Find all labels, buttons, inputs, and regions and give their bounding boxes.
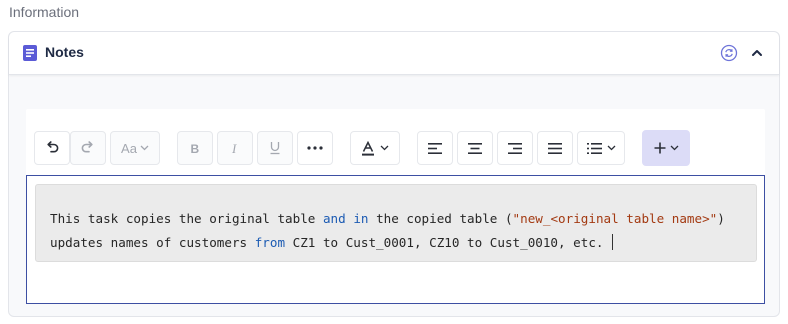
redo-button[interactable] [70,131,106,165]
bold-icon: B [191,142,200,155]
align-left-button[interactable] [417,131,453,165]
chevron-down-icon [670,145,678,151]
font-size-dropdown[interactable]: Aa [110,131,160,165]
text-color-dropdown[interactable] [350,131,400,165]
notes-panel: Notes Aa B I This task copies the origin… [8,31,780,317]
insert-dropdown[interactable] [642,130,690,166]
editor-toolbar: Aa B I [26,109,765,175]
code-block[interactable]: This task copies the original table and … [35,184,757,262]
undo-button[interactable] [34,131,70,165]
justify-icon [548,142,562,154]
notes-text-area[interactable]: This task copies the original table and … [26,175,765,304]
code-text: ) [717,211,725,226]
align-center-button[interactable] [457,131,493,165]
italic-icon: I [231,142,237,155]
align-left-icon [428,142,442,154]
more-icon [307,146,323,150]
code-keyword: in [353,211,369,226]
notes-title: Notes [45,44,84,60]
rich-text-editor: Aa B I This task copies the original tab… [26,109,765,304]
code-keyword: from [254,235,286,250]
code-text: updates names of customers [50,235,255,250]
bulleted-list-icon [586,142,602,154]
code-text: This task copies the original table [50,211,323,226]
undo-icon [47,141,59,153]
chevron-up-icon[interactable] [750,46,764,60]
notes-header[interactable]: Notes [9,32,779,75]
text-cursor [611,234,613,250]
svg-text:B: B [191,142,200,155]
svg-text:I: I [231,142,237,155]
code-text: the copied table ( [368,211,513,226]
bold-button[interactable]: B [177,131,213,165]
code-line-1: This task copies the original table and … [50,211,725,226]
redo-icon [81,141,93,153]
chevron-down-icon [607,145,615,151]
more-button[interactable] [297,131,333,165]
align-right-button[interactable] [497,131,533,165]
align-center-icon [468,142,482,154]
underline-icon [270,142,280,155]
code-string: "new_<original table name>" [512,211,718,226]
notes-doc-icon [23,45,37,61]
section-label: Information [9,4,80,20]
align-right-icon [508,142,522,154]
list-dropdown[interactable] [577,131,625,165]
underline-button[interactable] [257,131,293,165]
chevron-down-icon [380,145,389,151]
italic-button[interactable]: I [217,131,253,165]
code-keyword: and [322,211,346,226]
plus-icon [654,142,665,154]
chevron-down-icon [140,145,149,151]
font-size-label: Aa [121,140,137,156]
code-text: CZ1 to Cust_0001, CZ10 to Cust_0010, etc… [285,235,604,250]
text-color-icon [362,140,374,156]
sync-icon[interactable] [720,44,738,62]
code-line-2: updates names of customers from CZ1 to C… [50,234,613,250]
justify-button[interactable] [537,131,573,165]
